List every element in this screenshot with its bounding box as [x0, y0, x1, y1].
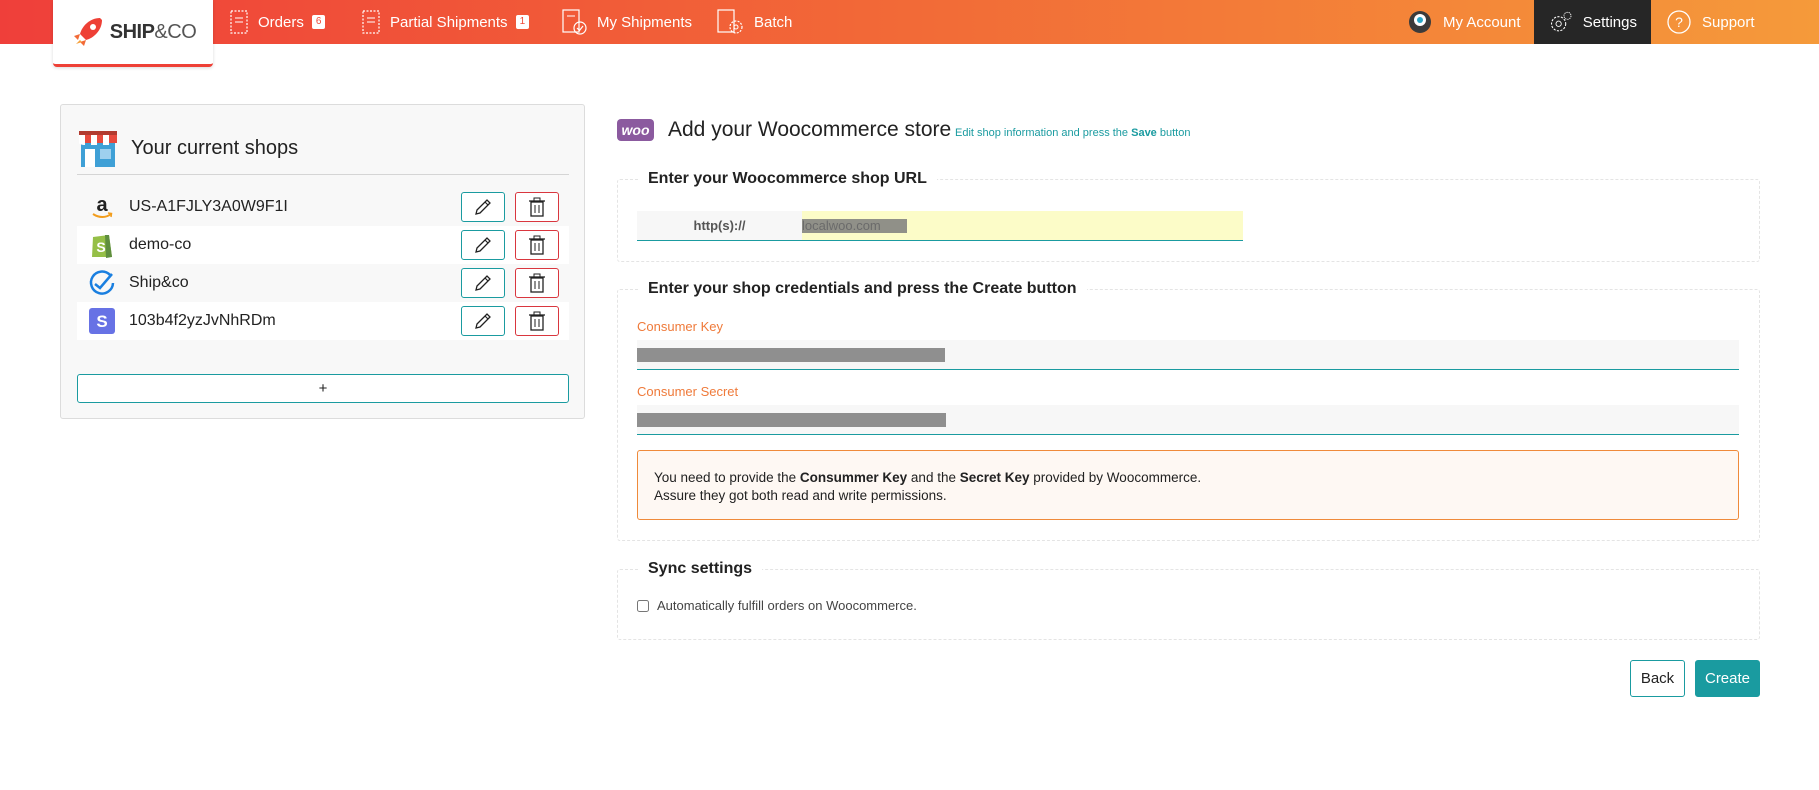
nav-my-account[interactable]: My Account	[1407, 0, 1521, 44]
redaction-bar	[802, 219, 907, 233]
shop-row: a US-A1FJLY3A0W9F1I	[77, 188, 569, 226]
shop-name: US-A1FJLY3A0W9F1I	[129, 198, 288, 215]
shop-url-legend: Enter your Woocommerce shop URL	[648, 170, 927, 187]
brand-text: SHIP&CO	[109, 20, 197, 43]
auto-fulfill-label: Automatically fulfill orders on Woocomme…	[657, 598, 917, 613]
shopify-icon: S	[87, 230, 117, 260]
consumer-secret-label: Consumer Secret	[637, 384, 739, 399]
current-shops-panel: Your current shops a US-A1FJLY3A0W9F1I S…	[60, 104, 585, 419]
top-navbar: SHIP&CO Orders 6 Partial Shipments 1 My …	[0, 0, 1819, 67]
svg-text:a: a	[96, 194, 108, 216]
add-shop-button[interactable]: +	[77, 374, 569, 403]
avatar-icon	[1409, 11, 1431, 33]
redaction-bar	[637, 348, 945, 362]
delete-shop-button[interactable]	[515, 268, 559, 298]
nav-my-shipments-label: My Shipments	[597, 13, 693, 31]
shop-row: S demo-co	[77, 226, 569, 264]
delete-shop-button[interactable]	[515, 306, 559, 336]
credentials-legend: Enter your shop credentials and press th…	[648, 280, 1077, 297]
rocket-icon	[73, 18, 102, 46]
alert-line-1: You need to provide the Consummer Key an…	[654, 470, 1202, 485]
trash-icon	[529, 273, 545, 293]
nav-settings-label: Settings	[1582, 13, 1637, 31]
gear-icon	[1551, 11, 1572, 32]
brand-logo[interactable]: SHIP&CO	[53, 0, 213, 67]
back-button[interactable]: Back	[1630, 660, 1685, 697]
shops-title: Your current shops	[131, 137, 299, 159]
svg-text:?: ?	[1675, 14, 1683, 30]
trash-icon	[529, 235, 545, 255]
edit-shop-button[interactable]	[461, 192, 505, 222]
redaction-bar	[637, 413, 946, 427]
question-circle-icon: ?	[1667, 10, 1691, 34]
auto-fulfill-checkbox[interactable]	[637, 599, 649, 612]
svg-text:S: S	[96, 312, 107, 331]
orders-count-badge: 6	[311, 15, 326, 29]
credentials-info-alert: You need to provide the Consummer Key an…	[637, 450, 1739, 520]
edit-shop-button[interactable]	[461, 306, 505, 336]
pencil-icon	[475, 275, 491, 291]
nav-settings[interactable]: Settings	[1534, 0, 1651, 44]
svg-text:S: S	[96, 239, 105, 255]
pencil-icon	[475, 199, 491, 215]
shop-row: S 103b4f2yzJvNhRDm	[77, 302, 569, 340]
page-title: Add your Woocommerce store	[668, 118, 952, 141]
partial-shipments-count-badge: 1	[515, 15, 530, 29]
page-subtitle: Edit shop information and press the Save…	[955, 127, 1191, 139]
edit-shop-button[interactable]	[461, 268, 505, 298]
nav-my-account-label: My Account	[1443, 13, 1521, 31]
storefront-icon	[79, 130, 117, 167]
pencil-icon	[475, 237, 491, 253]
trash-icon	[529, 197, 545, 217]
shop-name: Ship&co	[129, 274, 189, 291]
shipandco-icon	[87, 268, 117, 298]
document-icon	[362, 10, 380, 34]
create-button[interactable]: Create	[1695, 660, 1760, 697]
document-icon	[230, 10, 248, 34]
delete-shop-button[interactable]	[515, 192, 559, 222]
checklist-icon	[562, 9, 587, 35]
nav-batch[interactable]: Batch	[716, 0, 792, 44]
delete-shop-button[interactable]	[515, 230, 559, 260]
batch-gear-icon	[717, 9, 743, 34]
stripe-icon: S	[87, 306, 117, 336]
shops-header: Your current shops	[77, 123, 569, 175]
nav-orders[interactable]: Orders 6	[230, 0, 326, 44]
nav-support[interactable]: ? Support	[1666, 0, 1755, 44]
sync-settings-legend: Sync settings	[648, 560, 753, 577]
nav-orders-label: Orders	[258, 13, 304, 31]
edit-shop-button[interactable]	[461, 230, 505, 260]
alert-line-2: Assure they got both read and write perm…	[654, 488, 947, 503]
nav-support-label: Support	[1702, 13, 1755, 31]
amazon-icon: a	[87, 192, 117, 222]
nav-batch-label: Batch	[754, 13, 793, 31]
shop-name: 103b4f2yzJvNhRDm	[129, 312, 276, 329]
auto-fulfill-option[interactable]: Automatically fulfill orders on Woocomme…	[637, 598, 917, 613]
nav-partial-shipments[interactable]: Partial Shipments 1	[362, 0, 530, 44]
pencil-icon	[475, 313, 491, 329]
trash-icon	[529, 311, 545, 331]
woocommerce-logo: woo	[617, 119, 654, 141]
consumer-key-label: Consumer Key	[637, 319, 723, 334]
nav-my-shipments[interactable]: My Shipments	[561, 0, 692, 44]
shop-name: demo-co	[129, 236, 192, 253]
url-protocol-prefix: http(s)://	[637, 211, 802, 241]
shop-row: Ship&co	[77, 264, 569, 302]
nav-partial-shipments-label: Partial Shipments	[390, 13, 508, 31]
